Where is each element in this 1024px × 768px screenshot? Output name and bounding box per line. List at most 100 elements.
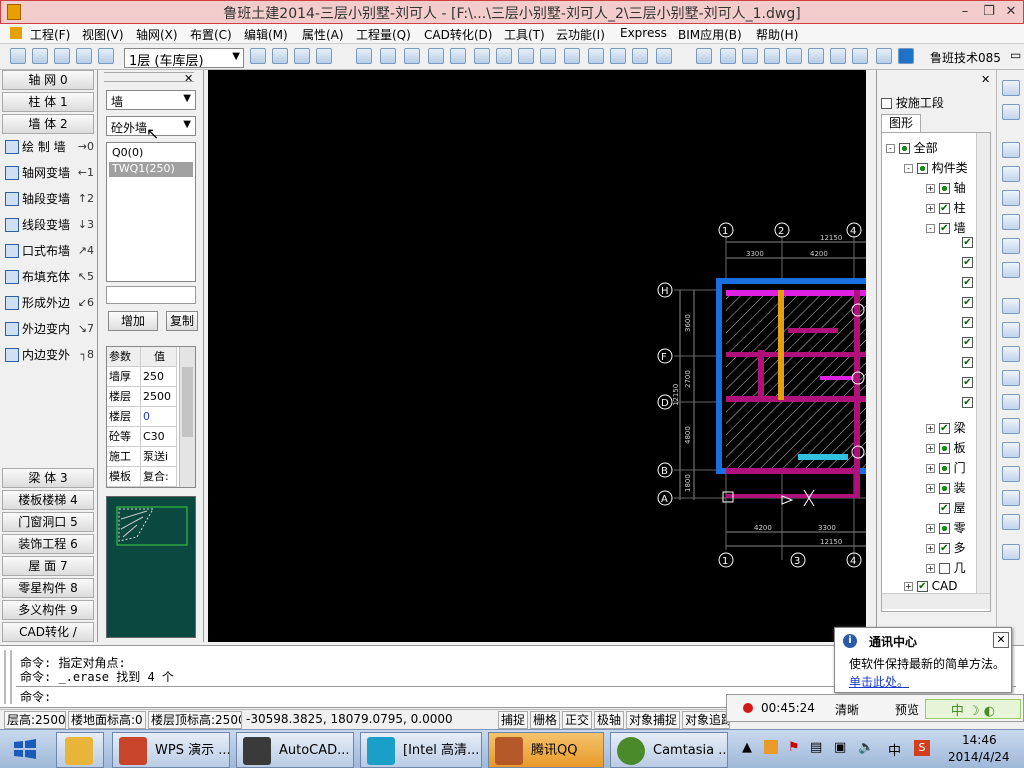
menu-attribute[interactable]: 属性(A): [302, 26, 344, 43]
copy-button[interactable]: 复制: [166, 311, 198, 331]
tray-expand-icon[interactable]: ▲: [742, 740, 752, 755]
checkbox[interactable]: [938, 463, 950, 474]
tab-cad-convert[interactable]: CAD转化 /: [2, 622, 94, 642]
redo-icon[interactable]: [294, 48, 310, 64]
tab-wall[interactable]: 墙 体 2: [2, 114, 94, 134]
block-icon[interactable]: [742, 48, 758, 64]
checkbox[interactable]: [898, 143, 910, 154]
add-button[interactable]: 增加: [108, 311, 158, 331]
dimension-icon[interactable]: [764, 48, 780, 64]
brush-icon[interactable]: [450, 48, 466, 64]
close-icon[interactable]: ✕: [981, 73, 990, 86]
paint-icon[interactable]: [404, 48, 420, 64]
offset-icon[interactable]: [564, 48, 580, 64]
tab-graphics[interactable]: 图形: [881, 114, 921, 132]
panel-grip[interactable]: [104, 72, 194, 82]
taskbar-intel[interactable]: [Intel 高清...: [360, 732, 482, 768]
mirror-icon[interactable]: [610, 48, 626, 64]
trim-icon[interactable]: [632, 48, 648, 64]
tree-node-misc[interactable]: + 零: [926, 519, 966, 536]
prop-value[interactable]: 0: [141, 407, 177, 427]
prop-value[interactable]: 250: [141, 367, 177, 387]
calculator-icon[interactable]: [1002, 418, 1020, 434]
layer-icon[interactable]: [250, 48, 266, 64]
checkbox[interactable]: ✔: [962, 317, 973, 328]
taskbar-camtasia[interactable]: Camtasia ...: [610, 732, 728, 768]
tray-ime-label[interactable]: 中: [888, 740, 901, 759]
taskbar-wps[interactable]: WPS 演示 ...: [112, 732, 230, 768]
link-icon[interactable]: [1002, 142, 1020, 158]
tree-node-roof[interactable]: ✔ 屋: [926, 499, 966, 516]
prop-vscroll[interactable]: [179, 347, 195, 487]
tool-line-to-wall[interactable]: 线段变墙 ↓3: [2, 214, 96, 236]
list-hscroll[interactable]: [106, 286, 196, 304]
measure-icon[interactable]: [786, 48, 802, 64]
expand-icon[interactable]: +: [926, 524, 935, 533]
sogou-icon[interactable]: S: [914, 740, 930, 756]
align-icon[interactable]: [1002, 262, 1020, 278]
prop-value[interactable]: 泵送i: [141, 447, 177, 467]
taskbar-autocad[interactable]: AutoCAD...: [236, 732, 354, 768]
component-list[interactable]: Q0(0) TWQ1(250): [106, 142, 196, 282]
tab-polymorphic[interactable]: 多义构件 9: [2, 600, 94, 620]
tree-node-geometry[interactable]: + 几: [926, 559, 966, 576]
command-grip[interactable]: [4, 650, 12, 704]
collapse-icon[interactable]: -: [926, 224, 935, 233]
binoculars-icon[interactable]: [1002, 298, 1020, 314]
checkbox[interactable]: [938, 183, 950, 194]
screen-icon[interactable]: [1002, 490, 1020, 506]
express-icon[interactable]: [898, 48, 914, 64]
menu-project[interactable]: 工程(F): [30, 26, 70, 43]
tree-node-component-types[interactable]: - 构件类: [904, 159, 968, 176]
minimize-button[interactable]: –: [955, 3, 975, 21]
open-file-icon[interactable]: [32, 48, 48, 64]
report-icon[interactable]: [380, 48, 396, 64]
prop-value[interactable]: C30: [141, 427, 177, 447]
tab-axis[interactable]: 轴 网 0: [2, 70, 94, 90]
toggle-ortho[interactable]: 正交: [562, 711, 592, 729]
checkbox[interactable]: ✔: [962, 277, 973, 288]
menu-cad-convert[interactable]: CAD转化(D): [424, 26, 492, 43]
tray-flag-icon[interactable]: ⚑: [788, 740, 800, 755]
tool-form-outer-edge[interactable]: 形成外边 ↙6: [2, 292, 96, 314]
polyline-icon[interactable]: [852, 48, 868, 64]
checkbox[interactable]: [938, 483, 950, 494]
close-button[interactable]: ✕: [1001, 3, 1021, 21]
tab-column[interactable]: 柱 体 1: [2, 92, 94, 112]
expand-icon[interactable]: +: [904, 582, 913, 591]
list-item-selected[interactable]: TWQ1(250): [109, 162, 193, 177]
tree-node-door[interactable]: + 门: [926, 459, 966, 476]
tab-decoration[interactable]: 装饰工程 6: [2, 534, 94, 554]
cloud-icon[interactable]: [876, 48, 892, 64]
pen-icon[interactable]: [1002, 544, 1020, 560]
expand-icon[interactable]: +: [926, 564, 935, 573]
expand-icon[interactable]: +: [926, 544, 935, 553]
start-button[interactable]: [6, 734, 42, 764]
undo-icon[interactable]: [272, 48, 288, 64]
tool-axis-segment-to-wall[interactable]: 轴段变墙 ↑2: [2, 188, 96, 210]
rotate-icon[interactable]: [588, 48, 604, 64]
mirror-icon[interactable]: [1002, 166, 1020, 182]
glasses-icon[interactable]: [1002, 322, 1020, 338]
toggle-polar[interactable]: 极轴: [594, 711, 624, 729]
tab-misc[interactable]: 零星构件 8: [2, 578, 94, 598]
checkbox[interactable]: ✔: [916, 581, 928, 592]
app-menu-icon[interactable]: [10, 27, 22, 39]
new-file-icon[interactable]: [10, 48, 26, 64]
rotate-icon[interactable]: [1002, 214, 1020, 230]
checkbox[interactable]: ✔: [938, 223, 950, 234]
edit-icon[interactable]: [76, 48, 92, 64]
pick-icon[interactable]: [316, 48, 332, 64]
tree-node-wall[interactable]: - ✔ 墙: [926, 219, 966, 236]
tray-app-icon[interactable]: [764, 740, 778, 754]
expand-icon[interactable]: +: [926, 464, 935, 473]
layer-off-icon[interactable]: [720, 48, 736, 64]
tool-axis-to-wall[interactable]: 轴网变墙 ←1: [2, 162, 96, 184]
checkbox[interactable]: ✔: [938, 503, 950, 514]
tree-node-slab[interactable]: + 板: [926, 439, 966, 456]
checkbox[interactable]: [938, 563, 950, 574]
tool-fill-body[interactable]: 布填充体 ↖5: [2, 266, 96, 288]
expand-icon[interactable]: +: [926, 204, 935, 213]
menu-help[interactable]: 帮助(H): [756, 26, 798, 43]
tool-inner-to-outer[interactable]: 内边变外 ┐8: [2, 344, 96, 366]
